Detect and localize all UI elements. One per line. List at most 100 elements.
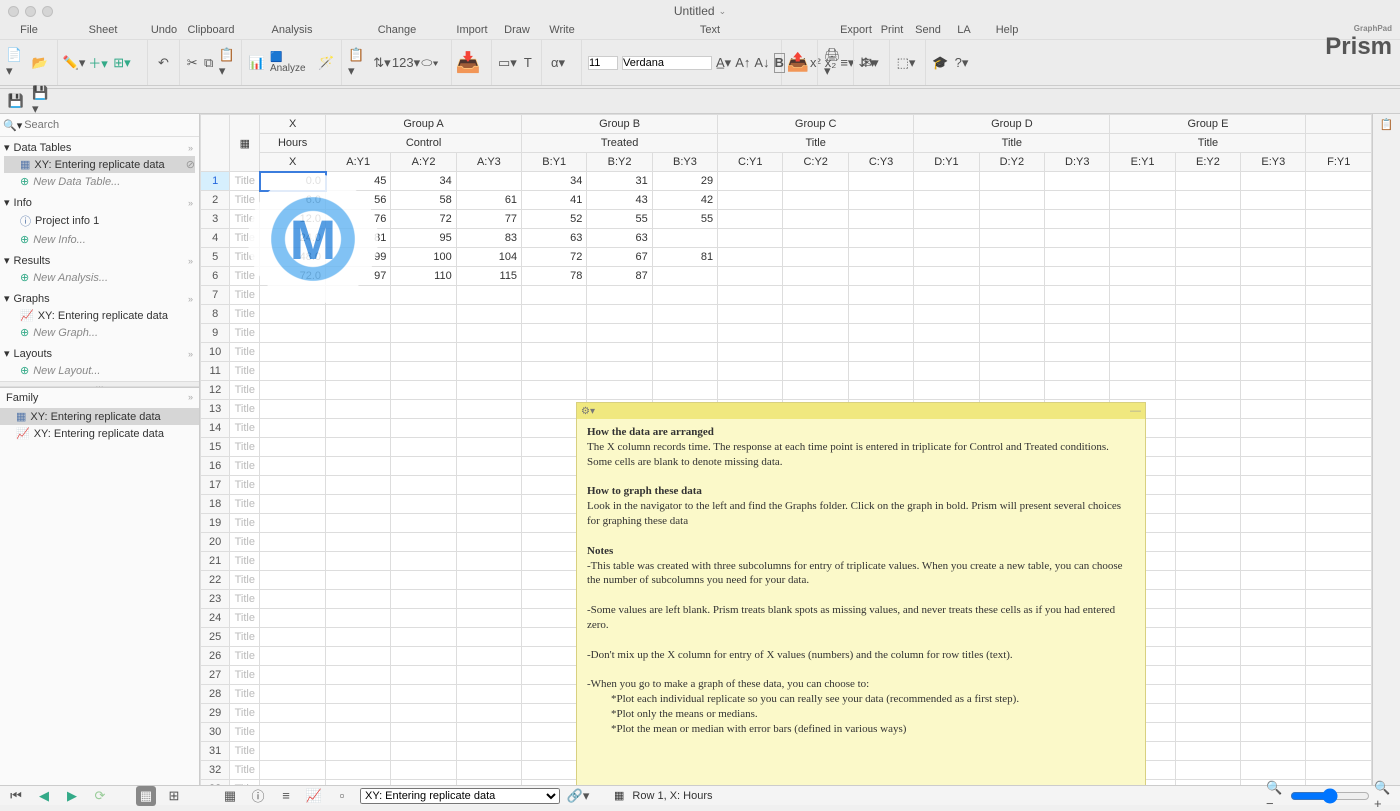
toolbar: 📄▾ 📂 ✏️▾ ＋▾ ⊞▾ ↶ ✂ ⧉ 📋▾ 📊 🟦Analyze 🪄 📋▾ … [0,40,1400,86]
nav-section-header[interactable]: ▾Data Tables» [4,139,195,156]
ribbon-label: File [0,22,58,39]
nav-section-header[interactable]: ▾Results» [4,252,195,269]
ribbon-label: Clipboard [180,22,242,39]
family-item[interactable]: ▦XY: Entering replicate data [0,408,199,425]
nav-item[interactable]: ▦XY: Entering replicate data⊘ [4,156,195,173]
change-2[interactable]: ⇅▾ [372,53,392,73]
ribbon-label: Undo [148,22,180,39]
note-heading-1: How the data are arranged [587,426,714,438]
nav-new-item[interactable]: ⊕ New Data Table... [4,173,195,190]
font-color-button[interactable]: A̲▾ [716,53,731,73]
nav-section-header[interactable]: ▾Layouts» [4,345,195,362]
link-button[interactable]: 🔗▾ [568,786,588,806]
nav-new-item[interactable]: ⊕ New Analysis... [4,269,195,286]
copy-button[interactable]: ⧉ [202,53,214,73]
nav-prev-button[interactable]: ◀ [34,786,54,806]
import-button[interactable]: 📥 [458,53,478,73]
nav-item[interactable]: 📈XY: Entering replicate data [4,307,195,324]
sheet-type-3[interactable]: ≡ [276,786,296,806]
family-item[interactable]: 📈XY: Entering replicate data [0,425,199,442]
note-minimize-icon[interactable]: — [1130,405,1141,417]
nav-section-header[interactable]: ▾Graphs» [4,290,195,307]
search-input[interactable] [22,117,196,133]
analyze-button[interactable]: 🟦Analyze [270,53,313,73]
family-label: Family [6,392,38,404]
cell-reference: Row 1, X: Hours [632,790,712,802]
note-heading-3: Notes [587,545,613,557]
nav-new-item[interactable]: ⊕ New Graph... [4,324,195,341]
export-button[interactable]: 📤 [788,53,808,73]
note-gear-icon[interactable]: ⚙▾ [581,406,595,417]
draw-shape[interactable]: ▭▾ [498,53,517,73]
cut-button[interactable]: ✂ [186,53,198,73]
note-text: The X column records time. The response … [587,441,1109,468]
expand-icon[interactable]: » [188,392,193,402]
font-size-input[interactable] [588,56,618,70]
sheet-type-5[interactable]: ▫ [332,786,352,806]
note-text: -Don't mix up the X column for entry of … [587,649,1013,661]
nav-section-header[interactable]: ▾Info» [4,194,195,211]
ribbon-label: Send [910,22,946,39]
ribbon-label: Change [342,22,452,39]
ribbon-label: Import [452,22,492,39]
sheet-type-1[interactable]: ▦ [220,786,240,806]
draw-text[interactable]: T [521,53,535,73]
new-sheet-button[interactable]: ＋▾ [88,53,108,73]
note-text: -Some values are left blank. Prism treat… [587,604,1115,631]
sheet-selector[interactable]: XY: Entering replicate data [360,788,560,804]
write-alpha[interactable]: α▾ [548,53,568,73]
nav-next-button[interactable]: ▶ [62,786,82,806]
print-button[interactable]: 🖨▾ [824,53,844,73]
nav-new-item[interactable]: ⊕ New Layout... [4,362,195,379]
window-title: Untitled⌄ [674,4,726,18]
nav-new-item[interactable]: ⊕ New Info... [4,231,195,248]
font-family-input[interactable] [622,56,712,70]
help-grad[interactable]: 🎓 [932,53,949,73]
note-bullet: *Plot the mean or median with error bars… [587,722,906,737]
analysis-chart-button[interactable]: 📊 [248,53,266,73]
open-file-button[interactable]: 📂 [30,53,50,73]
view-1[interactable]: ▦ [136,786,156,806]
font-size-down[interactable]: A↓ [754,53,769,73]
note-bullet: *Plot only the means or medians. [587,707,758,722]
save-button[interactable]: 💾 [6,91,26,111]
zoom-window[interactable] [42,6,53,17]
ribbon-label: Draw [492,22,542,39]
ribbon-label: Write [542,22,582,39]
ribbon-label: LA [946,22,982,39]
zoom-slider[interactable] [1290,788,1370,804]
undo-button[interactable]: ↶ [154,53,173,73]
notes-tab-icon[interactable]: 📋 [1380,118,1394,131]
highlight-button[interactable]: ✏️▾ [64,53,84,73]
wizard-button[interactable]: 🪄 [317,53,335,73]
ribbon-label: Sheet [58,22,148,39]
save-as-button[interactable]: 💾▾ [32,91,52,111]
nav-first-button[interactable]: ⏮ [6,786,26,806]
minimize-window[interactable] [25,6,36,17]
la-button[interactable]: ⬚▾ [896,53,916,73]
help-button[interactable]: ?▾ [953,53,970,73]
send-button[interactable]: ✉▾ [860,53,880,73]
paste-button[interactable]: 📋▾ [219,53,235,73]
insert-button[interactable]: ⊞▾ [112,53,132,73]
ribbon-label: Help [982,22,1032,39]
search-icon: 🔍▾ [3,119,22,132]
sheet-type-2[interactable]: ⓘ [248,786,268,806]
zoom-in-button[interactable]: 🔍+ [1374,786,1394,806]
new-file-button[interactable]: 📄▾ [6,53,26,73]
ribbon-label: Analysis [242,22,342,39]
nav-item[interactable]: ⓘProject info 1 [4,211,195,231]
change-4[interactable]: ⬭▾ [420,53,440,73]
floating-note: ⚙▾ — How the data are arranged The X col… [576,402,1146,785]
font-size-up[interactable]: A↑ [735,53,750,73]
close-window[interactable] [8,6,19,17]
prism-logo: GraphPad Prism [1325,24,1392,61]
view-2[interactable]: ⊞ [164,786,184,806]
change-3[interactable]: 123▾ [396,53,416,73]
change-1[interactable]: 📋▾ [348,53,368,73]
nav-refresh-button[interactable]: ⟳ [90,786,110,806]
note-heading-2: How to graph these data [587,485,702,497]
sheet-type-4[interactable]: 📈 [304,786,324,806]
title-dropdown-icon[interactable]: ⌄ [719,6,727,17]
zoom-out-button[interactable]: 🔍− [1266,786,1286,806]
